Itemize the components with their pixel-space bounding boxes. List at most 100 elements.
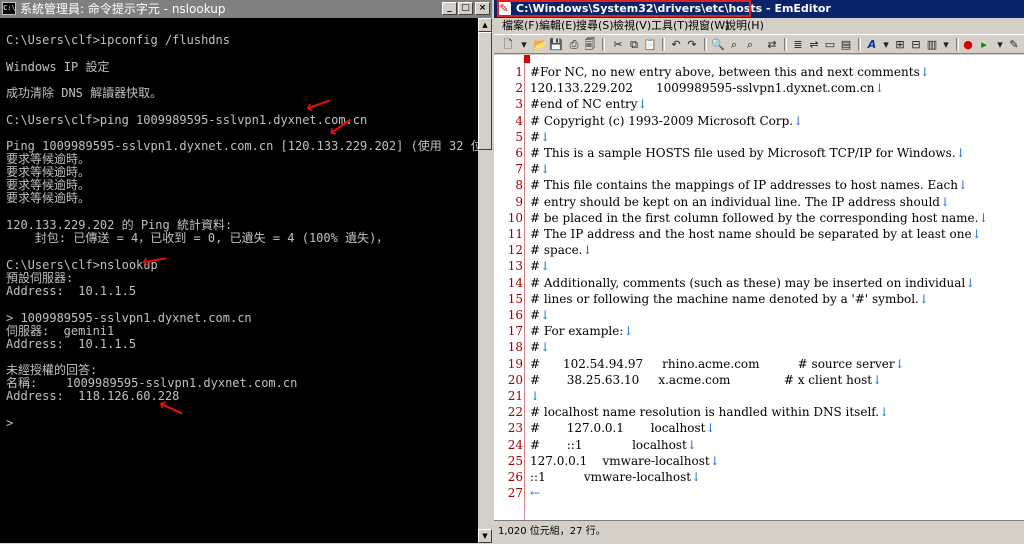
code-line: # This is a sample HOSTS file used by Mi… (530, 146, 966, 161)
menu-view[interactable]: 檢視(V) (613, 18, 651, 34)
code-line: #↓ (530, 162, 550, 177)
maximize-button[interactable]: □ (458, 2, 473, 15)
dropdown-arrow-icon[interactable]: ▾ (938, 37, 954, 52)
paste-icon[interactable]: 📋 (642, 37, 658, 52)
scroll-up-arrow-icon[interactable]: ▲ (478, 18, 492, 32)
properties-icon[interactable]: ⊟ (908, 37, 924, 52)
minimize-button[interactable]: _ (442, 2, 457, 15)
cmd-line: Windows IP 設定 (6, 60, 110, 74)
code-line: #For NC, no new entry above, between thi… (530, 65, 930, 80)
line-number: 26 (507, 470, 523, 484)
copy-icon[interactable]: ⧉ (626, 37, 642, 52)
line-number: 15 (507, 291, 523, 306)
find-icon[interactable]: 🔍 (710, 37, 726, 52)
emeditor-title-bar[interactable]: ✎ C:\Windows\System32\drivers\etc\hosts … (494, 0, 1024, 18)
cut-icon[interactable]: ✂ (610, 37, 626, 52)
code-line-text: # This file contains the mappings of IP … (530, 178, 958, 193)
find-previous-icon[interactable]: ⌕ (742, 37, 758, 52)
new-file-icon[interactable]: 🗋 (500, 37, 516, 52)
eol-mark: ↓ (540, 162, 551, 177)
list-icon[interactable]: ≣ (790, 37, 806, 52)
code-line-text: #For NC, no new entry above, between thi… (530, 65, 920, 79)
line-number: 3 (515, 97, 523, 112)
code-line-text: # This is a sample HOSTS file used by Mi… (530, 146, 956, 160)
status-text: 1,020 位元組，27 行。 (498, 526, 606, 537)
line-number: 21 (507, 389, 523, 403)
menu-window[interactable]: 視窗(W) (688, 18, 729, 34)
line-number: 7 (515, 162, 523, 177)
eol-mark: ↓ (686, 437, 697, 452)
code-line-text: # (530, 308, 541, 322)
code-line: ::1 vmware-localhost↓ (530, 470, 701, 485)
open-folder-icon[interactable]: 📂 (532, 37, 548, 52)
code-line-text: 120.133.229.202 1009989595-sslvpn1.dyxne… (530, 81, 875, 96)
toolbar: 🗋 ▾ 📂 💾 ⎙ 🗐 ✂ ⧉ 📋 ↶ ↷ 🔍 ⌕ ⌕ ⇄ ≣ ⇌ ▭ ▤ A … (494, 34, 1024, 54)
line-number: 17 (507, 324, 523, 339)
toolbar-separator (858, 38, 861, 51)
close-button[interactable]: × (475, 2, 490, 15)
emeditor-window[interactable]: ✎ C:\Windows\System32\drivers\etc\hosts … (494, 0, 1024, 544)
code-line-text: # (530, 162, 541, 177)
code-line: # For example:↓ (530, 324, 633, 339)
cmd-icon[interactable]: C:\ (2, 2, 16, 15)
emeditor-title-text: C:\Windows\System32\drivers\etc\hosts - … (516, 2, 831, 15)
code-line: # This file contains the mappings of IP … (530, 178, 968, 193)
eof-mark: ← (530, 486, 541, 501)
find-next-icon[interactable]: ⌕ (726, 37, 742, 52)
line-number: 25 (507, 453, 523, 468)
code-line: # 102.54.94.97 rhino.acme.com # source s… (530, 357, 905, 372)
wrap-icon[interactable]: ⇌ (806, 37, 822, 52)
print-icon[interactable]: ⎙ (566, 37, 582, 52)
scroll-thumb[interactable] (478, 32, 492, 150)
save-icon[interactable]: 💾 (548, 37, 564, 52)
replace-icon[interactable]: ⇄ (764, 37, 780, 52)
code-line: 127.0.0.1 vmware-localhost↓ (530, 454, 720, 469)
eol-mark: ↓ (872, 372, 883, 387)
record-macro-icon[interactable]: ● (960, 37, 976, 52)
code-line-text: # ::1 localhost (530, 437, 687, 452)
code-line-text: # 127.0.0.1 localhost (530, 421, 706, 436)
menu-edit[interactable]: 編輯(E) (539, 18, 577, 34)
menu-file[interactable]: 檔案(F) (502, 18, 539, 34)
cmd-output[interactable]: C:\Users\clf>ipconfig /flushdns Windows … (0, 18, 557, 543)
cmd-title-bar[interactable]: C:\ 系統管理員: 命令提示字元 - nslookup _ □ × (0, 0, 492, 18)
eol-mark: ↓ (894, 356, 905, 371)
code-line: # localhost name resolution is handled w… (530, 405, 889, 420)
emeditor-icon[interactable]: ✎ (497, 2, 511, 16)
toolbar-separator (956, 38, 959, 51)
menu-search[interactable]: 搜尋(S) (576, 18, 614, 34)
line-number: 22 (507, 405, 523, 420)
code-line: #↓ (530, 259, 550, 274)
line-number: 2 (515, 81, 523, 96)
red-arrow-icon: ⟵ (140, 247, 170, 274)
configure-icon[interactable]: ⊞ (892, 37, 908, 52)
tools-icon[interactable]: ✎ (1006, 37, 1022, 52)
line-number: 27 (507, 486, 523, 501)
eol-mark: ↓ (965, 275, 976, 290)
cmd-prompt: > (6, 416, 14, 430)
cmd-title-text: 系統管理員: 命令提示字元 - nslookup (20, 2, 226, 16)
code-line-text: # (530, 340, 541, 355)
editor-text-area[interactable]: 1 #For NC, no new entry above, between th… (494, 63, 1024, 520)
undo-icon[interactable]: ↶ (668, 37, 684, 52)
line-number: 14 (507, 275, 523, 290)
dropdown-arrow-icon[interactable]: ▾ (516, 37, 532, 52)
code-line-text: # entry should be kept on an individual … (530, 194, 940, 209)
line-number: 16 (507, 308, 523, 322)
eol-mark: ↓ (540, 259, 551, 274)
code-line: ↓ (530, 389, 540, 404)
code-line-text: # For example: (530, 324, 624, 339)
eol-mark: ↓ (918, 291, 929, 306)
window-icon[interactable]: ▭ (822, 37, 838, 52)
eol-mark: ↓ (874, 81, 885, 96)
document-icon[interactable]: ▤ (838, 37, 854, 52)
command-prompt-window[interactable]: C:\ 系統管理員: 命令提示字元 - nslookup _ □ × C:\Us… (0, 0, 557, 543)
redo-icon[interactable]: ↷ (684, 37, 700, 52)
code-line: #↓ (530, 308, 550, 323)
scroll-down-arrow-icon[interactable]: ▼ (478, 529, 492, 543)
cmd-scrollbar[interactable]: ▲ ▼ (478, 18, 492, 543)
run-macro-icon[interactable]: ▸ (976, 37, 992, 52)
print-preview-icon[interactable]: 🗐 (582, 37, 598, 52)
menu-tools[interactable]: 工具(T) (651, 18, 688, 34)
menu-help[interactable]: 說明(H) (725, 18, 764, 34)
